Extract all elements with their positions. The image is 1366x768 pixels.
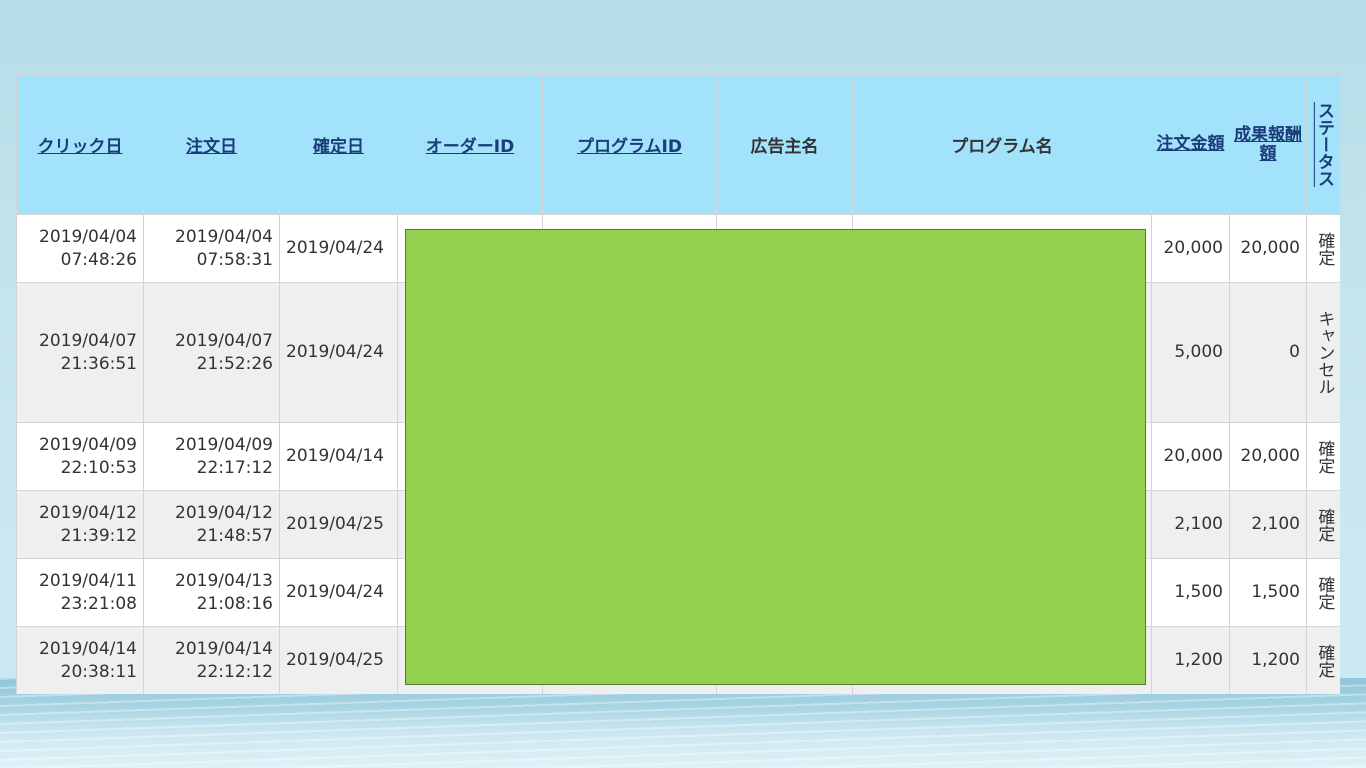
confirm-date-cell: 2019/04/25 bbox=[279, 626, 398, 694]
sort-link-order-id[interactable]: オーダーID bbox=[426, 137, 514, 157]
order-date: 2019/04/14 bbox=[175, 638, 273, 659]
order-time: 22:12:12 bbox=[196, 661, 273, 682]
sort-link-reward-amount[interactable]: 成果報酬額 bbox=[1234, 125, 1302, 164]
confirm-date-cell: 2019/04/24 bbox=[279, 214, 398, 283]
order-date: 2019/04/09 bbox=[175, 434, 273, 455]
order-datetime-cell: 2019/04/04 07:58:31 bbox=[143, 214, 280, 283]
order-amount-cell: 5,000 bbox=[1151, 282, 1230, 423]
status-cell: 確定 bbox=[1306, 490, 1340, 559]
click-date: 2019/04/14 bbox=[39, 638, 137, 659]
order-amount-cell: 1,200 bbox=[1151, 626, 1230, 694]
reward-amount-cell: 1,200 bbox=[1229, 626, 1307, 694]
order-date: 2019/04/12 bbox=[175, 502, 273, 523]
status-cell: 確定 bbox=[1306, 422, 1340, 491]
click-time: 21:36:51 bbox=[60, 353, 137, 374]
order-datetime-cell: 2019/04/14 22:12:12 bbox=[143, 626, 280, 694]
order-time: 22:17:12 bbox=[196, 457, 273, 478]
sort-link-program-id[interactable]: プログラムID bbox=[577, 137, 682, 157]
click-time: 22:10:53 bbox=[60, 457, 137, 478]
order-time: 07:58:31 bbox=[196, 249, 273, 270]
reward-amount-cell: 20,000 bbox=[1229, 422, 1307, 491]
click-time: 21:39:12 bbox=[60, 525, 137, 546]
confirm-date-cell: 2019/04/24 bbox=[279, 558, 398, 627]
header-program-id[interactable]: プログラムID bbox=[542, 74, 717, 215]
order-amount-cell: 20,000 bbox=[1151, 214, 1230, 283]
order-datetime-cell: 2019/04/09 22:17:12 bbox=[143, 422, 280, 491]
order-date: 2019/04/13 bbox=[175, 570, 273, 591]
order-datetime-cell: 2019/04/13 21:08:16 bbox=[143, 558, 280, 627]
confirm-date-cell: 2019/04/25 bbox=[279, 490, 398, 559]
click-date: 2019/04/09 bbox=[39, 434, 137, 455]
click-date: 2019/04/07 bbox=[39, 330, 137, 351]
header-reward-amount[interactable]: 成果報酬額 bbox=[1229, 74, 1307, 215]
header-click-date[interactable]: クリック日 bbox=[16, 74, 144, 215]
click-time: 23:21:08 bbox=[60, 593, 137, 614]
order-date: 2019/04/04 bbox=[175, 226, 273, 247]
reward-amount-cell: 2,100 bbox=[1229, 490, 1307, 559]
redaction-overlay bbox=[405, 229, 1146, 685]
order-date: 2019/04/07 bbox=[175, 330, 273, 351]
sort-link-order-amount[interactable]: 注文金額 bbox=[1157, 134, 1225, 154]
order-time: 21:08:16 bbox=[196, 593, 273, 614]
click-datetime-cell: 2019/04/11 23:21:08 bbox=[16, 558, 144, 627]
click-datetime-cell: 2019/04/07 21:36:51 bbox=[16, 282, 144, 423]
confirm-date-cell: 2019/04/14 bbox=[279, 422, 398, 491]
header-status[interactable]: ステータス bbox=[1306, 74, 1340, 215]
header-order-date[interactable]: 注文日 bbox=[143, 74, 280, 215]
click-date: 2019/04/12 bbox=[39, 502, 137, 523]
header-order-amount[interactable]: 注文金額 bbox=[1151, 74, 1230, 215]
order-amount-cell: 2,100 bbox=[1151, 490, 1230, 559]
header-program-name: プログラム名 bbox=[852, 74, 1152, 215]
reward-amount-cell: 0 bbox=[1229, 282, 1307, 423]
order-amount-cell: 20,000 bbox=[1151, 422, 1230, 491]
order-time: 21:52:26 bbox=[196, 353, 273, 374]
order-datetime-cell: 2019/04/12 21:48:57 bbox=[143, 490, 280, 559]
sort-link-order-date[interactable]: 注文日 bbox=[186, 137, 237, 157]
table-header-row: クリック日 注文日 確定日 オーダーID プログラムID 広告主名 プログラム名… bbox=[16, 74, 1340, 215]
status-cell: 確定 bbox=[1306, 626, 1340, 694]
status-cell: キャンセル bbox=[1306, 282, 1340, 423]
header-advertiser: 広告主名 bbox=[716, 74, 853, 215]
order-amount-cell: 1,500 bbox=[1151, 558, 1230, 627]
header-order-id[interactable]: オーダーID bbox=[397, 74, 543, 215]
sort-link-status[interactable]: ステータス bbox=[1314, 102, 1334, 187]
click-datetime-cell: 2019/04/04 07:48:26 bbox=[16, 214, 144, 283]
click-time: 07:48:26 bbox=[60, 249, 137, 270]
order-datetime-cell: 2019/04/07 21:52:26 bbox=[143, 282, 280, 423]
click-datetime-cell: 2019/04/12 21:39:12 bbox=[16, 490, 144, 559]
click-date: 2019/04/04 bbox=[39, 226, 137, 247]
header-confirm-date[interactable]: 確定日 bbox=[279, 74, 398, 215]
reward-amount-cell: 1,500 bbox=[1229, 558, 1307, 627]
click-datetime-cell: 2019/04/14 20:38:11 bbox=[16, 626, 144, 694]
sort-link-click-date[interactable]: クリック日 bbox=[38, 137, 123, 157]
click-time: 20:38:11 bbox=[60, 661, 137, 682]
sort-link-confirm-date[interactable]: 確定日 bbox=[313, 137, 364, 157]
confirm-date-cell: 2019/04/24 bbox=[279, 282, 398, 423]
click-date: 2019/04/11 bbox=[39, 570, 137, 591]
click-datetime-cell: 2019/04/09 22:10:53 bbox=[16, 422, 144, 491]
status-cell: 確定 bbox=[1306, 558, 1340, 627]
status-cell: 確定 bbox=[1306, 214, 1340, 283]
order-time: 21:48:57 bbox=[196, 525, 273, 546]
reward-amount-cell: 20,000 bbox=[1229, 214, 1307, 283]
